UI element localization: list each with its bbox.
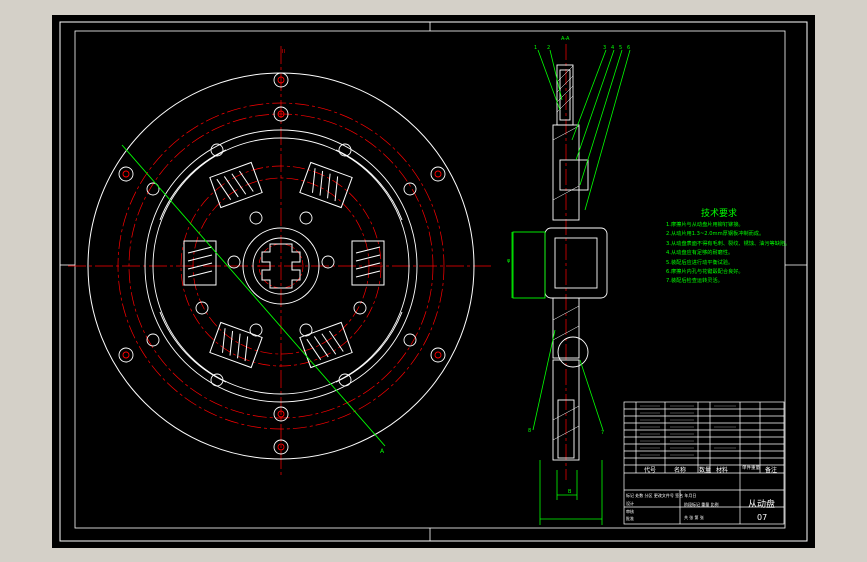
scale-label: 阶段标记 重量 比例 [684, 502, 719, 507]
svg-text:2: 2 [547, 45, 550, 51]
header-weight: 单件重量 [742, 466, 760, 471]
svg-text:8: 8 [528, 428, 531, 434]
tech-requirement-item: 3.从动盘表面不得有毛刺、裂纹、锈蚀、油污等缺陷。 [666, 240, 791, 247]
tech-requirement-item: 1.摩擦片与从动盘片用铆钉铆接。 [666, 222, 744, 228]
svg-text:II: II [282, 49, 285, 55]
svg-text:7: 7 [601, 430, 604, 436]
spline-dimension: φ [507, 258, 511, 264]
drawing-code: 07 [757, 513, 768, 522]
svg-text:1: 1 [534, 45, 537, 51]
tech-requirement-item: 5.装配后应进行动平衡试验。 [666, 259, 734, 266]
tech-requirement-item: 2.从动片用1.3~2.0mm厚钢板冲制而成。 [666, 231, 765, 238]
svg-text:5: 5 [619, 45, 622, 51]
svg-text:4: 4 [611, 45, 614, 51]
approver-label: 批准 [626, 516, 634, 521]
width-dimension: B [568, 489, 572, 495]
svg-text:3: 3 [603, 45, 606, 51]
header-code: 代号 [644, 467, 657, 474]
revision-label: 标记 处数 分区 更改文件号 签名 年月日 [626, 493, 697, 498]
tech-requirement-item: 4.从动盘应有足够的耐磨性。 [666, 250, 734, 257]
tech-requirement-item: 6.摩擦片内孔与花键毂配合良好。 [666, 269, 744, 276]
header-remark: 备注 [765, 467, 778, 474]
tech-requirements-list: 1.摩擦片与从动盘片用铆钉铆接。 2.从动片用1.3~2.0mm厚钢板冲制而成。… [666, 221, 796, 287]
svg-text:A-A: A-A [561, 36, 570, 42]
designer-label: 设计 [626, 501, 634, 506]
svg-text:6: 6 [627, 45, 630, 51]
tech-requirement-item: 7.装配后检查运转灵活。 [666, 278, 723, 285]
tech-requirements-title: 技术要求 [701, 209, 738, 219]
header-qty: 数量 [699, 467, 712, 474]
header-material: 材料 [716, 467, 729, 474]
part-name: 从动盘 [748, 500, 776, 510]
header-name: 名称 [674, 467, 687, 474]
sheet-label: 共 张 第 张 [684, 515, 704, 520]
checker-label: 审核 [626, 509, 634, 514]
